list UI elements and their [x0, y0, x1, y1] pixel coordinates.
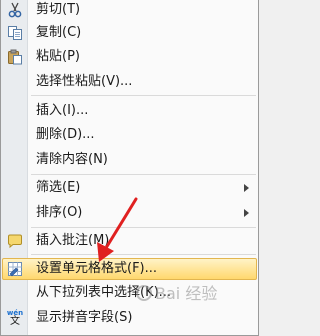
submenu-arrow-icon: [244, 209, 249, 217]
menu-item-filter[interactable]: 筛选(E): [1, 178, 258, 198]
menu-item-clear-contents[interactable]: 清除内容(N): [1, 150, 258, 170]
menu-item-show-pinyin[interactable]: wén 文 显示拼音字段(S): [1, 308, 258, 328]
menu-item-label: 选择性粘贴(V)...: [36, 74, 133, 89]
menu-item-label: 设置单元格格式(F)...: [36, 261, 158, 276]
menu-item-delete[interactable]: 删除(D)...: [1, 125, 258, 145]
menu-separator: [31, 95, 256, 96]
menu-item-pick-from-dropdown[interactable]: 从下拉列表中选择(K)...: [1, 283, 258, 303]
menu-item-format-cells[interactable]: 设置单元格格式(F)...: [1, 259, 258, 279]
menu-item-copy[interactable]: 复制(C): [1, 23, 258, 43]
menu-item-label: 从下拉列表中选择(K)...: [36, 285, 172, 300]
format-cells-icon: [7, 262, 23, 277]
paste-icon: [7, 49, 23, 65]
menu-item-label: 插入批注(M): [36, 233, 110, 248]
pinyin-icon-bottom: 文: [10, 315, 20, 327]
menu-item-paste[interactable]: 粘贴(P): [1, 47, 258, 67]
menu-separator: [31, 254, 256, 255]
menu-item-label: 显示拼音字段(S): [36, 310, 133, 325]
pinyin-icon: wén 文: [7, 309, 23, 327]
menu-item-label: 筛选(E): [36, 180, 81, 195]
submenu-arrow-icon: [244, 184, 249, 192]
menu-item-label: 删除(D)...: [36, 127, 95, 142]
menu-item-paste-special[interactable]: 选择性粘贴(V)...: [1, 72, 258, 92]
menu-item-sort[interactable]: 排序(O): [1, 203, 258, 223]
comment-icon: [7, 234, 23, 249]
scissors-icon: [7, 2, 23, 18]
menu-item-label: 插入(I)...: [36, 103, 89, 118]
menu-item-label: 粘贴(P): [36, 49, 80, 64]
menu-item-cut[interactable]: 剪切(T): [1, 0, 258, 20]
menu-separator: [31, 174, 256, 175]
menu-item-label: 复制(C): [36, 25, 82, 40]
menu-item-label: 剪切(T): [36, 2, 81, 17]
menu-item-label: 排序(O): [36, 205, 83, 220]
menu-item-insert[interactable]: 插入(I)...: [1, 101, 258, 121]
context-menu: 剪切(T) 复制(C) 粘贴(P) 选择性粘贴(V)... 插入(I)... 删…: [0, 0, 259, 336]
menu-item-label: 清除内容(N): [36, 152, 108, 167]
copy-icon: [7, 26, 23, 40]
menu-item-insert-comment[interactable]: 插入批注(M): [1, 231, 258, 251]
menu-separator: [31, 227, 256, 228]
